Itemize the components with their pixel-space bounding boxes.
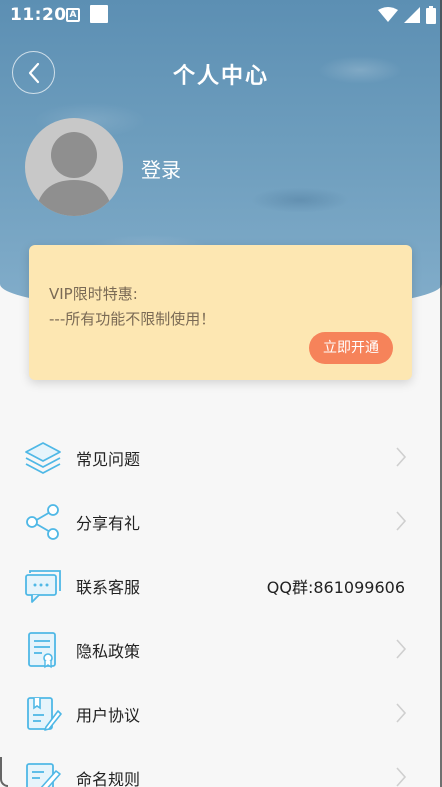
- menu-item-faq[interactable]: 常见问题: [0, 425, 442, 489]
- screen-corner-decoration: [0, 757, 8, 787]
- edit-icon: [26, 763, 61, 787]
- vip-title: VIP限时特惠:: [49, 285, 138, 303]
- status-bar: 11:20 A: [0, 0, 442, 30]
- notification-square-icon: [90, 5, 108, 23]
- chat-icon: [25, 570, 61, 603]
- menu-item-label: 用户协议: [76, 706, 141, 725]
- share-icon: [26, 504, 59, 540]
- user-silhouette-icon: [35, 132, 113, 216]
- menu-item-share[interactable]: 分享有礼: [0, 489, 442, 553]
- menu-item-label: 联系客服: [76, 578, 141, 597]
- signal-icon: [404, 7, 420, 23]
- menu-item-label: 常见问题: [76, 450, 141, 469]
- menu-item-naming-rules[interactable]: 命名规则: [0, 745, 442, 787]
- scrollbar[interactable]: [436, 0, 442, 787]
- chevron-right-icon: [396, 703, 407, 723]
- menu-item-label: 隐私政策: [76, 642, 141, 661]
- menu-item-agreement[interactable]: 用户协议: [0, 681, 442, 745]
- vip-description: ---所有功能不限制使用！: [49, 310, 216, 328]
- document-icon: [28, 632, 56, 669]
- login-link[interactable]: 登录: [141, 154, 181, 183]
- status-icons: [378, 6, 436, 24]
- qq-group-value: QQ群:861099606: [266, 578, 405, 597]
- activate-vip-button[interactable]: 立即开通: [309, 332, 393, 364]
- menu-item-privacy[interactable]: 隐私政策: [0, 617, 442, 681]
- chevron-right-icon: [396, 511, 407, 531]
- menu-item-contact[interactable]: 联系客服 QQ群:861099606: [0, 553, 442, 617]
- avatar[interactable]: [25, 118, 123, 216]
- menu-list: 常见问题 分享有礼 联系客服 QQ群:861099606 隐私政策 用户协议 命…: [0, 425, 442, 787]
- chevron-right-icon: [396, 767, 407, 787]
- agreement-icon: [27, 697, 62, 731]
- menu-item-label: 分享有礼: [76, 514, 141, 533]
- status-time: 11:20: [10, 5, 67, 25]
- layers-icon: [25, 442, 61, 474]
- wifi-icon: [378, 7, 398, 22]
- battery-icon: [426, 6, 436, 24]
- chevron-right-icon: [396, 447, 407, 467]
- a-badge-icon: A: [66, 8, 80, 22]
- page-title: 个人中心: [172, 64, 269, 89]
- chevron-right-icon: [396, 639, 407, 659]
- menu-item-label: 命名规则: [76, 770, 141, 787]
- vip-promo-card: VIP限时特惠: ---所有功能不限制使用！ 立即开通: [29, 245, 412, 380]
